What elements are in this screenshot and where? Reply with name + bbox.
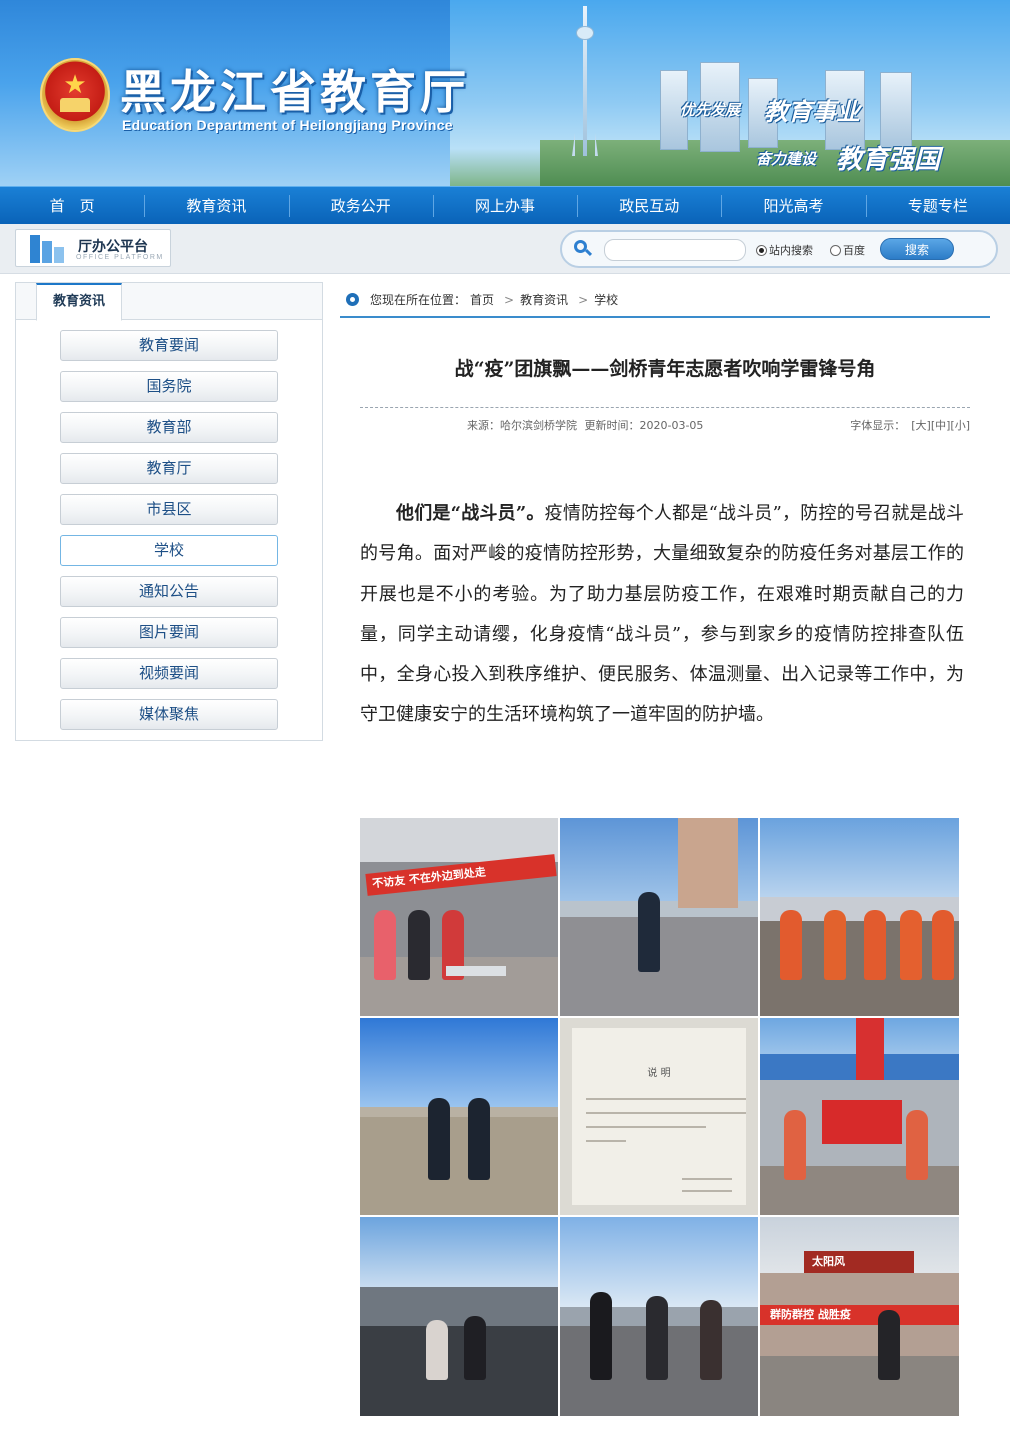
article-paragraph: 疫情防控每个人都是“战斗员”，防控的号召就是战斗的号角。面对严峻的疫情防控形势，…	[360, 503, 964, 726]
main-nav: 首 页 教育资讯 政务公开 网上办事 政民互动 阳光高考 专题专栏	[0, 186, 1010, 224]
site-subtitle: Education Department of Heilongjiang Pro…	[122, 117, 453, 133]
breadcrumb-schools[interactable]: 学校	[594, 293, 618, 307]
font-size-controls: 字体显示： [大][中][小]	[850, 417, 970, 433]
toolbar: 厅办公平台 OFFICE PLATFORM 站内搜索 百度 搜索	[0, 224, 1010, 274]
photo-signing	[359, 1216, 559, 1417]
radio-baidu[interactable]: 百度	[830, 242, 865, 258]
photo-road-checkpoint	[359, 1017, 559, 1216]
slogan-4: 教育强国	[836, 145, 941, 175]
sidebar-tab-news[interactable]: 教育资讯	[36, 283, 122, 321]
sidebar-menu: 教育要闻 国务院 教育部 教育厅 市县区 学校 通知公告 图片要闻 视频要闻 媒…	[60, 330, 278, 740]
font-large-button[interactable]: [大]	[911, 419, 931, 432]
sidebar-item-edu-news[interactable]: 教育要闻	[60, 330, 278, 361]
nav-item-gaokao[interactable]: 阳光高考	[721, 187, 865, 225]
nav-item-topics[interactable]: 专题专栏	[865, 187, 1010, 225]
breadcrumb-text: 您现在所在位置： 首页 > 教育资讯 > 学校	[370, 291, 622, 308]
source-label: 来源：	[467, 419, 500, 432]
photo-banner-text-2: 群防群控 战胜疫	[760, 1305, 959, 1325]
document-title: 说 明	[647, 1068, 671, 1079]
nav-item-gov-affairs[interactable]: 政务公开	[288, 187, 433, 225]
photo-flag-team	[759, 1017, 960, 1216]
header-banner: ★ 黑龙江省教育厅 Education Department of Heilon…	[0, 0, 1010, 186]
article-lead: 他们是“战斗员”。	[396, 503, 545, 524]
sidebar-item-schools[interactable]: 学校	[60, 535, 278, 566]
office-platform-button[interactable]: 厅办公平台 OFFICE PLATFORM	[15, 229, 171, 267]
photo-shop-sign: 太阳风	[804, 1251, 914, 1273]
location-dot-icon	[346, 293, 359, 306]
font-medium-button[interactable]: [中]	[931, 419, 951, 432]
radio-site-search[interactable]: 站内搜索	[756, 242, 813, 258]
radio-site-label: 站内搜索	[769, 244, 813, 257]
article-meta: 来源：哈尔滨剑桥学院 更新时间：2020-03-05 字体显示： [大][中][小…	[360, 407, 970, 433]
article-body: 他们是“战斗员”。疫情防控每个人都是“战斗员”，防控的号召就是战斗的号角。面对严…	[360, 494, 964, 736]
source-value: 哈尔滨剑桥学院	[500, 419, 577, 432]
time-value: 2020-03-05	[639, 419, 704, 432]
search-icon	[574, 240, 593, 258]
article-title: 战“疫”团旗飘——剑桥青年志愿者吹响学雷锋号角	[454, 358, 876, 380]
sidebar-item-media[interactable]: 媒体聚焦	[60, 699, 278, 730]
time-label: 更新时间：	[584, 419, 640, 432]
font-size-label: 字体显示：	[850, 419, 906, 432]
search-input[interactable]	[604, 239, 746, 261]
breadcrumb-news[interactable]: 教育资讯	[520, 293, 568, 307]
article-source-line: 来源：哈尔滨剑桥学院 更新时间：2020-03-05	[467, 417, 703, 433]
building-icon	[26, 235, 66, 263]
national-emblem-icon: ★	[40, 58, 110, 132]
sidebar-item-photo-news[interactable]: 图片要闻	[60, 617, 278, 648]
slogan-2: 教育事业	[764, 97, 860, 126]
photo-team-orange	[759, 817, 960, 1017]
building	[880, 72, 912, 148]
photo-street-volunteer	[559, 817, 759, 1017]
sidebar-item-notices[interactable]: 通知公告	[60, 576, 278, 607]
nav-item-online-service[interactable]: 网上办事	[432, 187, 577, 225]
document-image: 说 明	[572, 1028, 746, 1205]
photo-temperature-check	[559, 1216, 759, 1417]
slogan-3: 奋力建设	[756, 150, 817, 168]
font-small-button[interactable]: [小]	[950, 419, 970, 432]
radio-checked-icon	[756, 244, 767, 256]
nav-item-news[interactable]: 教育资讯	[144, 187, 288, 225]
sidebar-item-ministry[interactable]: 教育部	[60, 412, 278, 443]
photo-street-banner: 太阳风 群防群控 战胜疫	[759, 1216, 960, 1417]
sidebar-item-video-news[interactable]: 视频要闻	[60, 658, 278, 689]
site-title: 黑龙江省教育厅	[120, 65, 470, 119]
sidebar-item-state-council[interactable]: 国务院	[60, 371, 278, 402]
nav-item-home[interactable]: 首 页	[0, 187, 144, 225]
sidebar: 教育资讯 教育要闻 国务院 教育部 教育厅 市县区 学校 通知公告 图片要闻 视…	[15, 282, 323, 741]
sidebar-item-counties[interactable]: 市县区	[60, 494, 278, 525]
sidebar-tab-row: 教育资讯	[16, 283, 322, 321]
radio-unchecked-icon	[830, 244, 841, 256]
radio-baidu-label: 百度	[843, 244, 865, 257]
breadcrumb: 您现在所在位置： 首页 > 教育资讯 > 学校	[340, 282, 990, 318]
platform-subtitle: OFFICE PLATFORM	[76, 254, 164, 261]
chevron-right-icon: >	[504, 293, 515, 307]
tv-tower-icon	[572, 6, 598, 156]
slogan-1: 优先发展	[680, 101, 741, 119]
breadcrumb-home[interactable]: 首页	[470, 293, 494, 307]
photo-collage: 不访友 不在外边到处走 说 明 太阳风 群防群控 战胜疫	[359, 817, 960, 1417]
sidebar-item-department[interactable]: 教育厅	[60, 453, 278, 484]
search-bar: 站内搜索 百度 搜索	[560, 230, 998, 268]
platform-title: 厅办公平台	[78, 239, 148, 255]
search-button[interactable]: 搜索	[880, 238, 954, 260]
photo-checkpoint: 不访友 不在外边到处走	[359, 817, 559, 1017]
chevron-right-icon: >	[578, 293, 589, 307]
breadcrumb-prefix: 您现在所在位置：	[370, 293, 467, 307]
nav-item-interaction[interactable]: 政民互动	[577, 187, 721, 225]
photo-document: 说 明	[559, 1017, 759, 1216]
